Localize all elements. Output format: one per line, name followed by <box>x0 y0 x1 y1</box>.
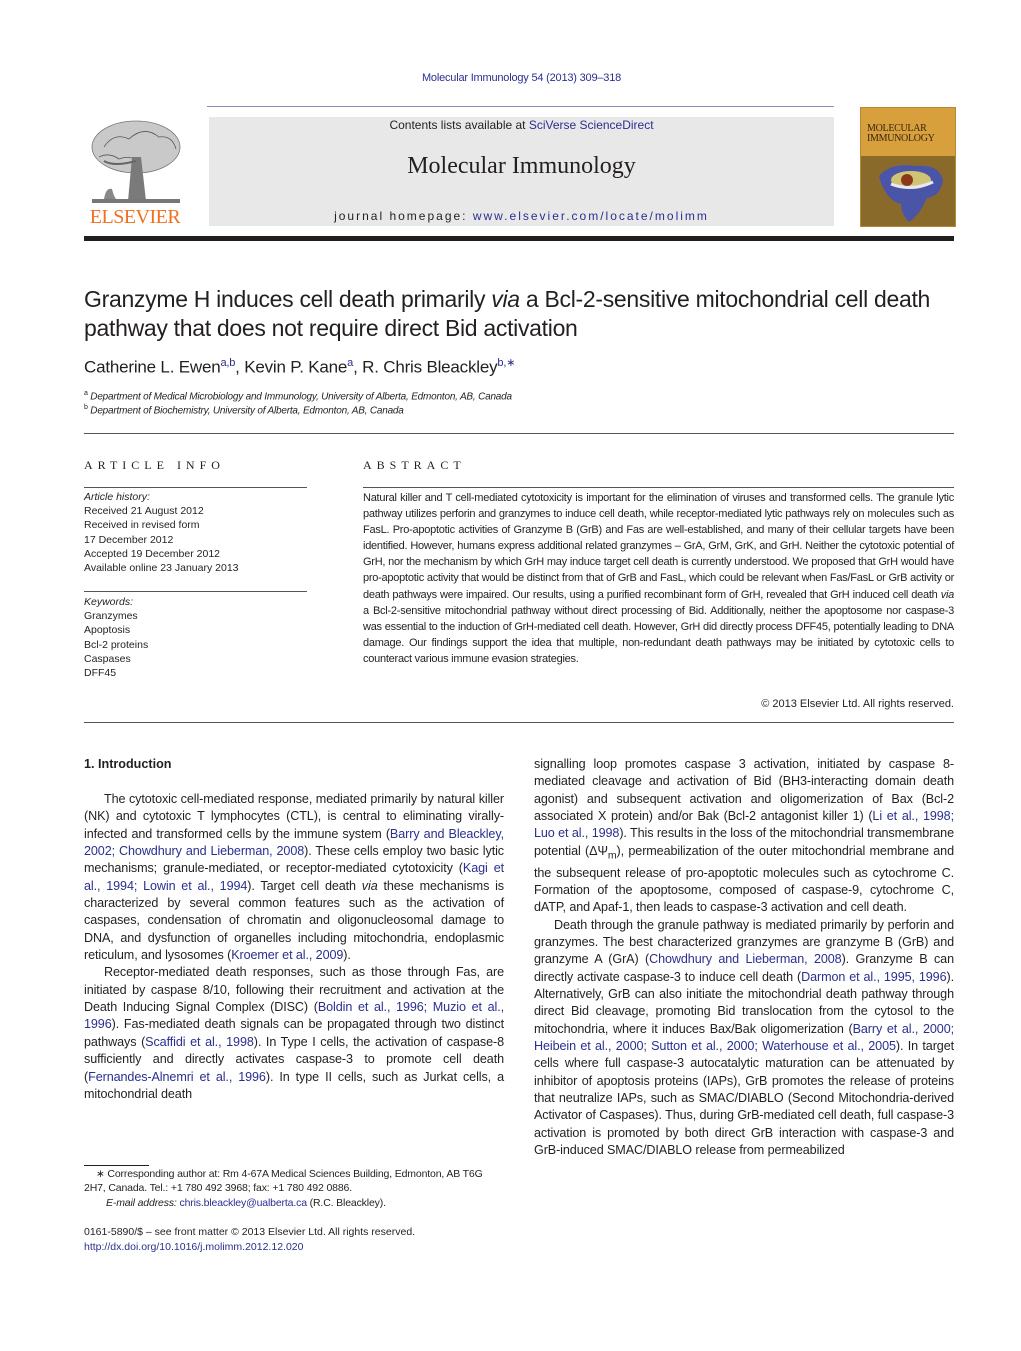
footnote-rule <box>84 1165 149 1166</box>
abstract-part: a Bcl-2-sensitive mitochondrial pathway … <box>363 604 954 665</box>
contents-availability: Contents lists available at SciVerse Sci… <box>209 118 834 132</box>
paragraph: signalling loop promotes caspase 3 activ… <box>534 757 954 915</box>
corresponding-author-text: ∗ Corresponding author at: Rm 4-67A Medi… <box>84 1168 483 1195</box>
citation-link[interactable]: Kroemer et al., 2009 <box>231 948 343 962</box>
homepage-link[interactable]: www.elsevier.com/locate/molimm <box>473 209 709 223</box>
journal-homepage: journal homepage: www.elsevier.com/locat… <box>209 209 834 223</box>
abstract-heading: ABSTRACT <box>363 458 466 472</box>
journal-cover-image: MOLECULAR IMMUNOLOGY <box>860 107 956 227</box>
abstract-italic: via <box>940 588 955 601</box>
journal-citation-link[interactable]: Molecular Immunology 54 (2013) 309–318 <box>0 72 1021 84</box>
author: Kevin P. Kane <box>244 357 348 377</box>
paragraph: Receptor-mediated death responses, such … <box>84 965 504 1101</box>
author-list: Catherine L. Ewena,b, Kevin P. Kanea, R.… <box>84 356 964 378</box>
homepage-label: journal homepage: <box>334 209 473 223</box>
author-affiliation-link[interactable]: a,b <box>220 357 235 369</box>
abstract-copyright: © 2013 Elsevier Ltd. All rights reserved… <box>761 698 954 710</box>
article-history: Article history: Received 21 August 2012… <box>84 490 309 575</box>
affiliation: b Department of Biochemistry, University… <box>84 404 964 416</box>
title-italic: via <box>491 286 520 312</box>
title-part1: Granzyme H induces cell death primarily <box>84 286 492 312</box>
citation-link[interactable]: Darmon et al., 1995, 1996 <box>801 970 947 984</box>
cover-artwork <box>861 156 955 226</box>
affiliation-marker: b <box>84 404 88 411</box>
keyword: DFF45 <box>84 667 117 680</box>
elsevier-wordmark: ELSEVIER <box>89 206 181 228</box>
history-item: Available online 23 January 2013 <box>84 562 239 575</box>
history-item: Accepted 19 December 2012 <box>84 547 221 560</box>
citation-link[interactable]: Chowdhury and Lieberman, 2008 <box>649 952 842 966</box>
journal-title: Molecular Immunology <box>407 153 636 179</box>
header-top-rule <box>207 106 834 107</box>
keywords: Keywords: Granzymes Apoptosis Bcl-2 prot… <box>84 595 309 680</box>
email-link[interactable]: chris.bleackley@ualberta.ca <box>179 1197 307 1209</box>
citation-link[interactable]: Fernandes-Alnemri et al., 1996 <box>88 1070 266 1084</box>
abstract-rule <box>363 487 954 488</box>
article-info-heading: ARTICLE INFO <box>84 458 225 472</box>
history-item: 17 December 2012 <box>84 533 174 546</box>
cover-title: MOLECULAR IMMUNOLOGY <box>867 124 935 144</box>
issn-line: 0161-5890/$ – see front matter © 2013 El… <box>84 1226 416 1238</box>
paragraph: Death through the granule pathway is med… <box>534 917 954 1158</box>
sciencedirect-link[interactable]: SciVerse ScienceDirect <box>529 118 654 132</box>
affiliation-text: Department of Medical Microbiology and I… <box>90 391 512 403</box>
cover-title-line2: IMMUNOLOGY <box>867 133 935 144</box>
affiliation-marker: a <box>84 390 88 397</box>
body-column-right: signalling loop promotes caspase 3 activ… <box>534 756 954 1159</box>
email-line: E-mail address: chris.bleackley@ualberta… <box>84 1196 505 1210</box>
affiliation: a Department of Medical Microbiology and… <box>84 390 964 402</box>
affiliation-text: Department of Biochemistry, University o… <box>90 405 404 417</box>
keyword: Granzymes <box>84 610 138 623</box>
keyword: Apoptosis <box>84 624 131 637</box>
keyword: Bcl-2 proteins <box>84 638 149 651</box>
email-suffix: (R.C. Bleackley). <box>306 1196 386 1209</box>
author-separator: , <box>353 357 363 377</box>
article-title: Granzyme H induces cell death primarily … <box>84 285 964 343</box>
history-item: Received 21 August 2012 <box>84 505 204 518</box>
doi-link[interactable]: http://dx.doi.org/10.1016/j.molimm.2012.… <box>84 1241 303 1253</box>
citation-link[interactable]: Scaffidi et al., 1998 <box>145 1035 254 1049</box>
contents-prefix: Contents lists available at <box>389 118 529 132</box>
paragraph: The cytotoxic cell-mediated response, me… <box>84 792 505 963</box>
abstract-bottom-rule <box>84 722 954 723</box>
title-bottom-rule <box>84 433 954 434</box>
author: Catherine L. Ewen <box>84 357 221 377</box>
email-label: E-mail address: <box>106 1196 180 1209</box>
author: R. Chris Bleackley <box>362 357 498 377</box>
keywords-label: Keywords: <box>84 596 134 608</box>
corresponding-author-footnote: ∗ Corresponding author at: Rm 4-67A Medi… <box>84 1167 505 1210</box>
author-affiliation-link[interactable]: b,∗ <box>497 357 515 369</box>
author-separator: , <box>235 357 245 377</box>
body-column-left: The cytotoxic cell-mediated response, me… <box>84 791 504 1103</box>
header-bottom-rule <box>84 236 954 241</box>
keywords-rule <box>84 591 307 592</box>
keyword: Caspases <box>84 652 131 665</box>
history-label: Article history: <box>84 491 150 503</box>
history-item: Received in revised form <box>84 519 200 532</box>
article-info-rule <box>84 487 307 488</box>
abstract-text: Natural killer and T cell-mediated cytot… <box>363 490 954 667</box>
abstract-part: Natural killer and T cell-mediated cytot… <box>363 492 954 601</box>
front-matter-info: 0161-5890/$ – see front matter © 2013 El… <box>84 1225 584 1254</box>
section-heading-introduction: 1. Introduction <box>84 757 172 771</box>
